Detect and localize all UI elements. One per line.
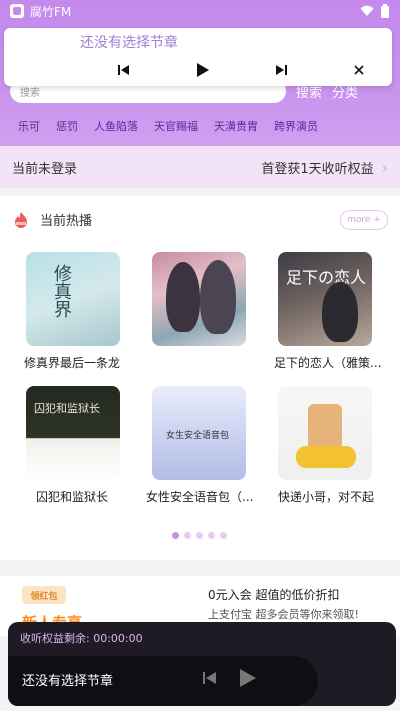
- promo-right-subtitle: 上支付宝 超多会员等你来领取!: [208, 608, 359, 621]
- first-login-promo-link[interactable]: 首登获1天收听权益 ›: [261, 158, 388, 177]
- cover-figure: [166, 262, 200, 332]
- cover-figure: [322, 282, 358, 342]
- login-banner: 当前未登录 首登获1天收听权益 ›: [0, 146, 400, 188]
- album-cover[interactable]: [152, 252, 246, 346]
- tag-item[interactable]: 天官赐福: [154, 118, 198, 134]
- cover-art-text: 修真界: [51, 264, 72, 318]
- tag-list: 乐可 惩罚 人鱼陷落 天官赐福 天潢贵胄 跨界演员: [0, 116, 400, 136]
- battery-icon: [381, 4, 389, 18]
- tag-item[interactable]: 天潢贵胄: [214, 118, 258, 134]
- cover-art-text: 囚犯和监狱长: [34, 402, 100, 415]
- previous-track-icon[interactable]: [202, 670, 218, 686]
- bottom-player: 收听权益剩余: 00:00:00 还没有选择节章: [8, 622, 396, 706]
- cover-art-text: 女生安全语音包: [166, 431, 230, 441]
- page-dot[interactable]: [208, 532, 215, 539]
- courier-figure: [308, 404, 342, 450]
- hot-section: 当前热播 more +: [0, 196, 400, 560]
- floating-mini-player: 还没有选择节章: [4, 28, 392, 86]
- tag-item[interactable]: 跨界演员: [274, 118, 318, 134]
- login-status: 当前未登录: [12, 161, 78, 177]
- page-dot[interactable]: [220, 532, 227, 539]
- album-title[interactable]: 快递小哥，对不起: [278, 488, 390, 505]
- listening-time-remaining: 收听权益剩余: 00:00:00: [20, 632, 143, 645]
- wifi-icon: [360, 5, 374, 16]
- album-cover[interactable]: 囚犯和监狱长: [26, 386, 120, 480]
- play-icon[interactable]: [190, 58, 214, 82]
- more-button[interactable]: more +: [340, 210, 388, 230]
- cover-figure: [200, 260, 236, 334]
- tag-item[interactable]: 人鱼陷落: [94, 118, 138, 134]
- player-track-title: 还没有选择节章: [22, 674, 114, 689]
- promo-right-title: 0元入会 超值的低价折扣: [208, 588, 340, 602]
- hot-section-title: 当前热播: [40, 214, 93, 229]
- mini-player-title: 还没有选择节章: [80, 35, 178, 51]
- cover-art-text: 足下の恋人: [286, 268, 367, 287]
- first-login-promo-text: 首登获1天收听权益: [261, 161, 374, 177]
- page-dot[interactable]: [184, 532, 191, 539]
- album-title[interactable]: 囚犯和监狱长: [36, 488, 148, 505]
- scooter-figure: [296, 446, 356, 468]
- tag-item[interactable]: 惩罚: [56, 118, 78, 134]
- carousel-pagination: [172, 532, 227, 539]
- album-title[interactable]: 女性安全语音包（...: [146, 488, 258, 505]
- play-icon[interactable]: [236, 667, 258, 689]
- close-icon[interactable]: [347, 58, 371, 82]
- chevron-right-icon: ›: [381, 157, 388, 177]
- next-track-icon[interactable]: [269, 58, 293, 82]
- app-icon: [10, 4, 24, 18]
- album-title[interactable]: 修真界最后一条龙: [24, 354, 136, 371]
- red-packet-badge: 领红包: [22, 586, 66, 604]
- album-cover[interactable]: 修真界: [26, 252, 120, 346]
- page-dot[interactable]: [172, 532, 179, 539]
- status-bar: 腐竹FM: [0, 0, 400, 22]
- previous-track-icon[interactable]: [112, 58, 136, 82]
- tag-item[interactable]: 乐可: [18, 118, 40, 134]
- album-title[interactable]: 足下的恋人（雅策...: [274, 354, 386, 371]
- album-cover[interactable]: [278, 386, 372, 480]
- app-name: 腐竹FM: [30, 4, 72, 19]
- album-cover[interactable]: 女生安全语音包: [152, 386, 246, 480]
- album-cover[interactable]: 足下の恋人: [278, 252, 372, 346]
- page-dot[interactable]: [196, 532, 203, 539]
- fire-icon: [15, 211, 27, 228]
